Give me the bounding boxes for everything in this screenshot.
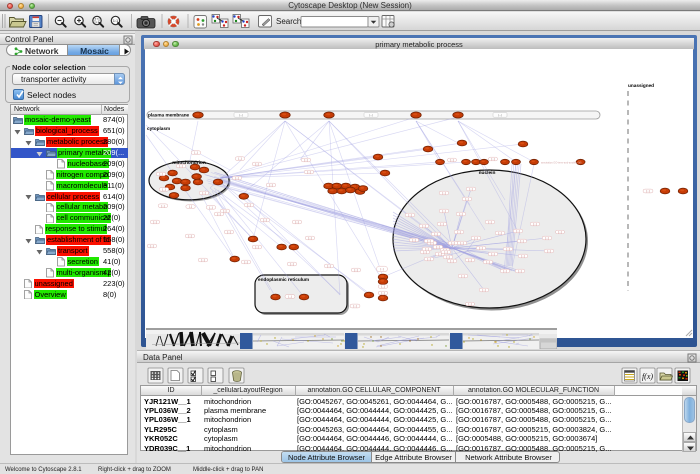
svg-text:[..]: [..] xyxy=(428,239,431,243)
svg-text:[..]: [..] xyxy=(492,157,495,161)
svg-text:[..]: [..] xyxy=(426,247,429,251)
svg-text:[..]: [..] xyxy=(519,269,522,273)
svg-text:cytoplasm: cytoplasm xyxy=(147,126,170,131)
svg-text:[..]: [..] xyxy=(443,191,446,195)
svg-text:[..]: [..] xyxy=(195,151,198,155)
svg-text:[..]: [..] xyxy=(270,183,273,187)
svg-text:[..]: [..] xyxy=(499,231,502,235)
svg-text:[..]: [..] xyxy=(469,302,472,306)
svg-text:[..]: [..] xyxy=(162,204,165,208)
svg-text:[..]: [..] xyxy=(256,245,259,249)
svg-text:[..]: [..] xyxy=(328,264,331,268)
svg-text:[..]: [..] xyxy=(461,241,464,245)
svg-text:[..]: [..] xyxy=(203,191,206,195)
svg-text:[..]: [..] xyxy=(355,268,358,272)
svg-text:plasma membrane: plasma membrane xyxy=(148,113,190,118)
svg-text:f(x): f(x) xyxy=(642,372,653,381)
svg-text:[..]: [..] xyxy=(309,236,312,240)
svg-text:[..]: [..] xyxy=(559,230,562,234)
svg-text:Search:: Search: xyxy=(276,17,304,26)
svg-text:[..]: [..] xyxy=(189,205,192,209)
svg-text:[..]: [..] xyxy=(462,274,465,278)
svg-text:[..]: [..] xyxy=(180,164,183,168)
svg-text:[-,-]: [-,-] xyxy=(239,113,243,117)
svg-text:[..]: [..] xyxy=(428,257,431,261)
svg-text:[..]: [..] xyxy=(151,244,154,248)
svg-text:[..]: [..] xyxy=(289,295,292,299)
svg-text:[..]: [..] xyxy=(210,206,213,210)
svg-text:[..]: [..] xyxy=(470,187,473,191)
svg-text:[..]: [..] xyxy=(451,259,454,263)
svg-text:[..]: [..] xyxy=(487,260,490,264)
svg-text:[..]: [..] xyxy=(452,241,455,245)
svg-text:[..]: [..] xyxy=(647,189,650,193)
svg-text:[..]: [..] xyxy=(228,230,231,234)
svg-text:endoplasmic reticulum: endoplasmic reticulum xyxy=(258,277,309,282)
svg-text:[..]: [..] xyxy=(163,188,166,192)
svg-text:[..]: [..] xyxy=(236,176,239,180)
svg-text:[..]: [..] xyxy=(451,158,454,162)
svg-text:annotation.GO-term-and-another: annotation.GO-term-and-another-lab xyxy=(541,162,582,165)
svg-text:[..]: [..] xyxy=(466,197,469,201)
svg-text:[..]: [..] xyxy=(154,220,157,224)
svg-text:[..]: [..] xyxy=(492,252,495,256)
svg-text:[..]: [..] xyxy=(202,258,205,262)
svg-text:[..]: [..] xyxy=(469,258,472,262)
svg-text:[..]: [..] xyxy=(522,254,525,258)
svg-text:[..]: [..] xyxy=(256,162,259,166)
svg-text:[..]: [..] xyxy=(489,220,492,224)
svg-text:[..]: [..] xyxy=(382,285,385,289)
svg-text:[..]: [..] xyxy=(264,218,267,222)
svg-text:[..]: [..] xyxy=(413,238,416,242)
svg-text:[..]: [..] xyxy=(546,236,549,240)
svg-text:[..]: [..] xyxy=(483,288,486,292)
svg-text:[..]: [..] xyxy=(189,234,192,238)
svg-text:[..]: [..] xyxy=(460,212,463,216)
svg-text:nuclein: nuclein xyxy=(479,170,496,176)
svg-text:[..]: [..] xyxy=(223,209,226,213)
svg-text:[..]: [..] xyxy=(381,267,384,271)
svg-text:[..]: [..] xyxy=(437,245,440,249)
svg-text:[..]: [..] xyxy=(521,239,524,243)
svg-text:[..]: [..] xyxy=(382,291,385,295)
svg-text:[..]: [..] xyxy=(354,304,357,308)
svg-text:[..]: [..] xyxy=(409,213,412,217)
svg-text:[..]: [..] xyxy=(458,230,461,234)
svg-text:[..]: [..] xyxy=(475,236,478,240)
svg-text:[..]: [..] xyxy=(507,247,510,251)
svg-text:unassigned: unassigned xyxy=(628,83,654,88)
svg-text:[..]: [..] xyxy=(504,269,507,273)
svg-text:[..]: [..] xyxy=(534,222,537,226)
svg-text:[..]: [..] xyxy=(218,212,221,216)
svg-text:[..]: [..] xyxy=(480,246,483,250)
svg-text:[..]: [..] xyxy=(245,260,248,264)
svg-text:[..]: [..] xyxy=(296,220,299,224)
svg-text:[..]: [..] xyxy=(305,158,308,162)
svg-text:[..]: [..] xyxy=(435,232,438,236)
svg-text:[..]: [..] xyxy=(248,203,251,207)
svg-text:[..]: [..] xyxy=(308,170,311,174)
svg-text:[..]: [..] xyxy=(239,157,242,161)
svg-text:[..]: [..] xyxy=(447,255,450,259)
svg-text:[..]: [..] xyxy=(160,172,163,176)
svg-text:[-,-]: [-,-] xyxy=(498,113,502,117)
svg-text:[..]: [..] xyxy=(291,262,294,266)
svg-text:[-,-]: [-,-] xyxy=(369,113,373,117)
svg-text:1:1: 1:1 xyxy=(113,18,119,23)
svg-text:[..]: [..] xyxy=(548,249,551,253)
svg-text:[..]: [..] xyxy=(517,229,520,233)
svg-text:[..]: [..] xyxy=(423,224,426,228)
svg-text:[..]: [..] xyxy=(443,209,446,213)
svg-text:[..]: [..] xyxy=(441,222,444,226)
svg-text:[..]: [..] xyxy=(445,250,448,254)
